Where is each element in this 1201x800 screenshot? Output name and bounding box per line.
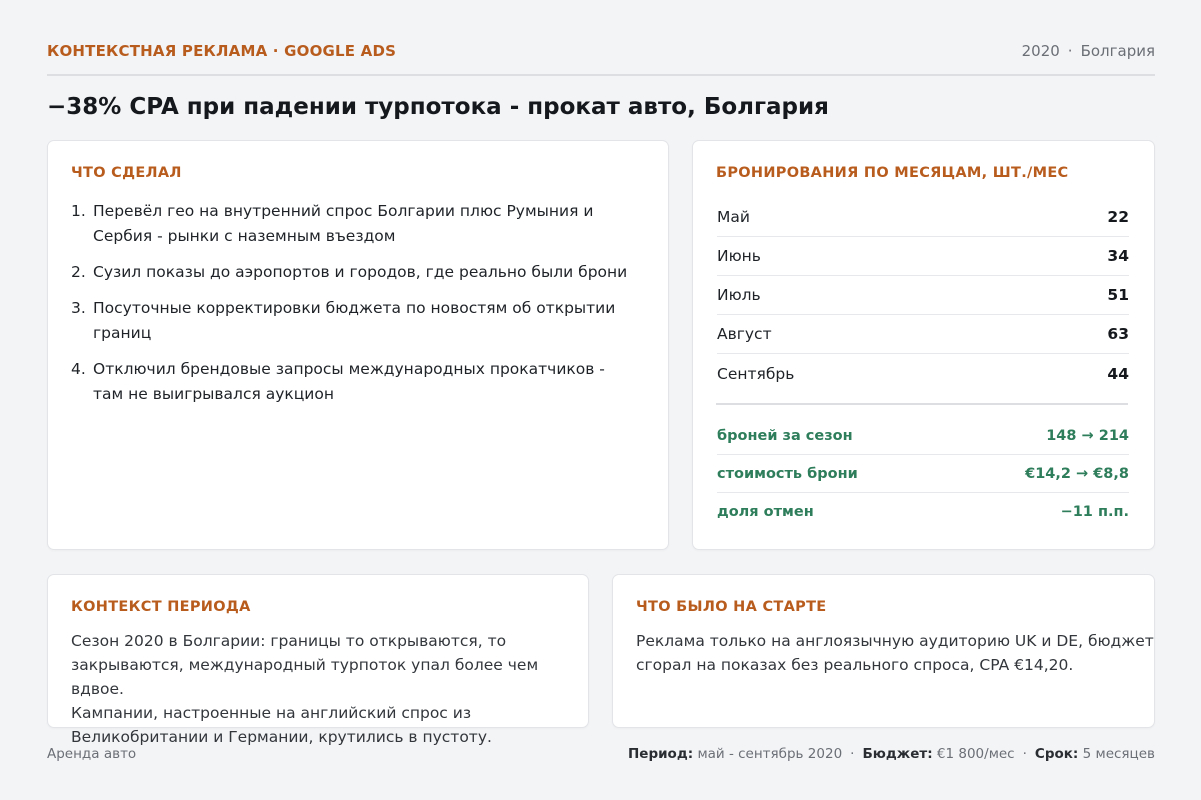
kpi-value: €14,2 → €8,8 [1025, 465, 1129, 482]
action-item: 4. Отключил брендовые запросы международн… [71, 357, 631, 407]
month-label: Август [717, 325, 772, 343]
period-value: май - сентябрь 2020 [697, 746, 843, 762]
start-line: Реклама только на англоязычную аудиторию… [636, 632, 1154, 650]
action-text: Посуточные корректировки бюджета по ново… [93, 299, 616, 342]
action-item: 3. Посуточные корректировки бюджета по но… [71, 296, 631, 346]
month-row: Май 22 [717, 198, 1129, 237]
month-row: Июнь 34 [717, 237, 1129, 276]
bookings-card: БРОНИРОВАНИЯ ПО МЕСЯЦАМ, ШТ./МЕС Май 22 И… [692, 140, 1155, 550]
action-text: Отключил брендовые запросы международных… [93, 360, 605, 403]
period-label: Период: [627, 746, 694, 762]
header-meta: 2020 · Болгария [1022, 42, 1155, 60]
kpi-row: броней за сезон 148 → 214 [717, 417, 1129, 455]
start-text: Реклама только на англоязычную аудиторию… [636, 629, 1154, 677]
month-value: 34 [1107, 247, 1129, 265]
separator-dot: · [1067, 42, 1073, 60]
start-card-title: ЧТО БЫЛО НА СТАРТЕ [636, 599, 827, 615]
niche-label: Аренда авто [47, 746, 137, 762]
action-number: 1. [71, 202, 86, 220]
actions-list: 1. Перевёл гео на внутренний спрос Болгар… [71, 199, 631, 418]
month-label: Сентябрь [717, 364, 795, 383]
kpi-label: броней за сезон [717, 427, 853, 444]
month-value: 44 [1107, 364, 1129, 383]
monthly-bookings-table: Май 22 Июнь 34 Июль 51 Август 63 Сентябрь 44 [717, 198, 1129, 393]
action-item: 1. Перевёл гео на внутренний спрос Болгар… [71, 199, 631, 249]
kpi-label: стоимость брони [717, 465, 858, 482]
action-text: Перевёл гео на внутренний спрос Болгарии… [93, 202, 594, 245]
month-label: Июль [717, 286, 761, 304]
separator-dot: · [1022, 746, 1027, 762]
context-text: Сезон 2020 в Болгарии: границы то открыв… [71, 629, 588, 749]
action-number: 3. [71, 299, 86, 317]
separator-dot: · [850, 746, 855, 762]
footer: Аренда авто Период: май - сентябрь 2020 ·… [47, 744, 1155, 764]
budget-label: Бюджет: [862, 746, 933, 762]
context-card: КОНТЕКСТ ПЕРИОДА Сезон 2020 в Болгарии: … [47, 574, 589, 746]
action-number: 2. [71, 263, 86, 281]
footer-meta: Период: май - сентябрь 2020 · Бюджет: €1 8… [628, 746, 1155, 762]
context-line: Кампании, настроенные на английский спро… [71, 704, 472, 722]
country-label: Болгария [1080, 42, 1155, 60]
header-divider [47, 74, 1155, 76]
month-row: Июль 51 [717, 276, 1129, 315]
month-row: Сентябрь 44 [717, 354, 1129, 393]
start-line: сгорал на показах без реального спроса, … [636, 656, 1074, 674]
header: КОНТЕКСТНАЯ РЕКЛАМА · GOOGLE ADS 2020 · Бо… [47, 38, 1155, 64]
kpi-value: 148 → 214 [1046, 427, 1129, 444]
category-kicker: КОНТЕКСТНАЯ РЕКЛАМА · GOOGLE ADS [47, 42, 397, 60]
context-line: Сезон 2020 в Болгарии: границы то открыв… [71, 632, 507, 650]
kpi-row: стоимость брони €14,2 → €8,8 [717, 455, 1129, 493]
case-page: КОНТЕКСТНАЯ РЕКЛАМА · GOOGLE ADS 2020 · Бо… [47, 0, 1155, 800]
term-label: Срок: [1034, 746, 1079, 762]
action-item: 2. Сузил показы до аэропортов и городов, … [71, 260, 631, 285]
action-number: 4. [71, 360, 86, 378]
kpi-row: доля отмен −11 п.п. [717, 493, 1129, 531]
month-value: 51 [1107, 286, 1129, 304]
budget-value: €1 800/мес [936, 746, 1015, 762]
kpi-divider [716, 403, 1128, 405]
month-label: Июнь [717, 247, 761, 265]
context-card-title: КОНТЕКСТ ПЕРИОДА [71, 599, 251, 615]
kpi-value: −11 п.п. [1060, 504, 1129, 520]
month-label: Май [717, 208, 750, 226]
bookings-card-title: БРОНИРОВАНИЯ ПО МЕСЯЦАМ, ШТ./МЕС [716, 165, 1069, 181]
page-title: −38% CPA при падении турпотока - прокат … [47, 94, 829, 120]
actions-card: ЧТО СДЕЛАЛ 1. Перевёл гео на внутренний с… [47, 140, 669, 550]
month-value: 63 [1107, 325, 1129, 343]
action-text: Сузил показы до аэропортов и городов, гд… [93, 263, 628, 281]
actions-card-title: ЧТО СДЕЛАЛ [71, 165, 182, 181]
year-label: 2020 [1021, 42, 1060, 60]
kpi-list: броней за сезон 148 → 214 стоимость брони… [717, 417, 1129, 531]
context-line: закрываются, международный турпоток упал… [71, 656, 539, 698]
month-row: Август 63 [717, 315, 1129, 354]
month-value: 22 [1107, 208, 1129, 226]
start-card: ЧТО БЫЛО НА СТАРТЕ Реклама только на анг… [612, 574, 1155, 728]
term-value: 5 месяцев [1082, 746, 1155, 762]
kpi-label: доля отмен [717, 504, 814, 520]
